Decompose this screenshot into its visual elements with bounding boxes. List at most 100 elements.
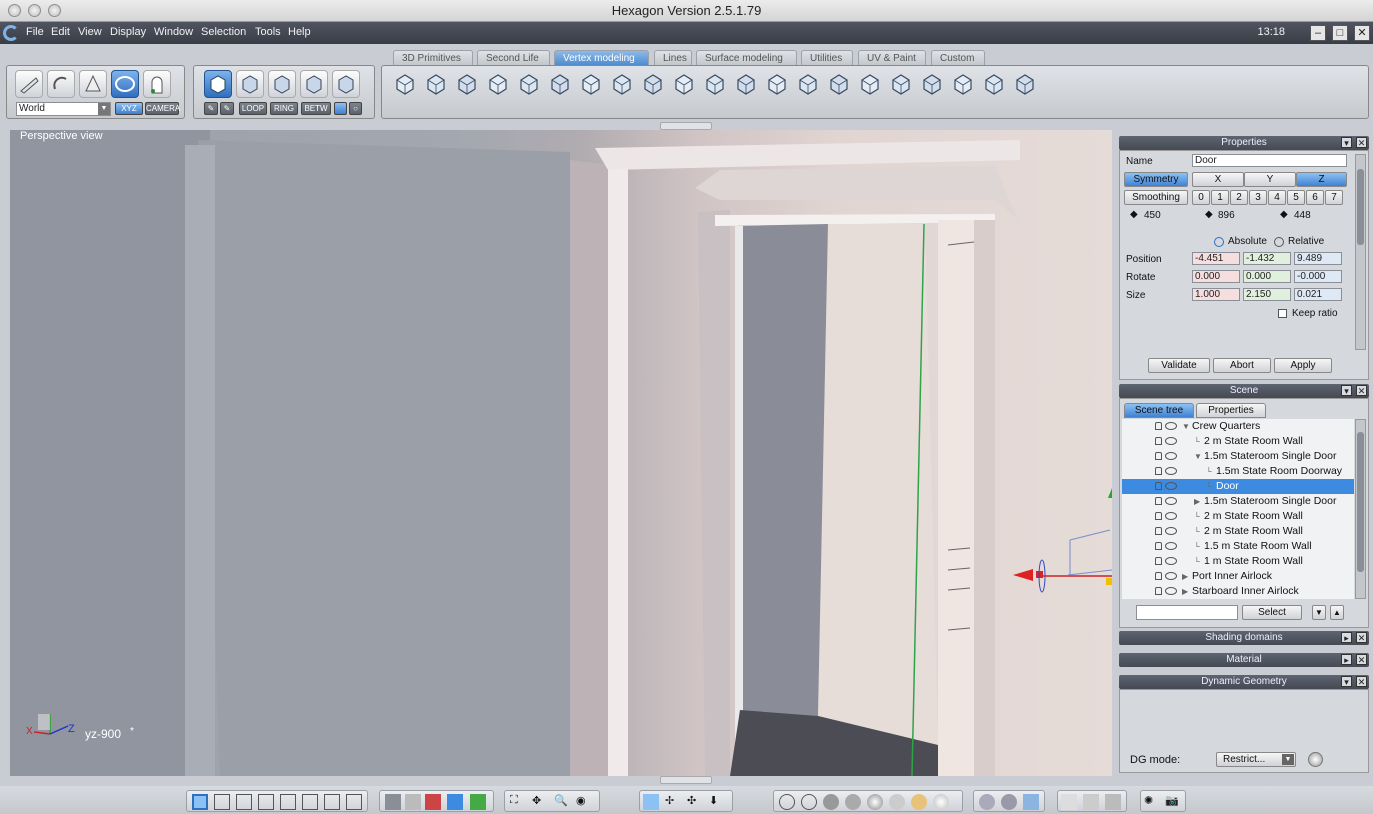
position-x-field[interactable]: -4.451 <box>1192 252 1240 265</box>
smooth-shading-icon[interactable] <box>867 794 883 810</box>
scene-tree-row[interactable]: └ 2 m State Room Wall <box>1122 434 1354 449</box>
menu-selection[interactable]: Selection <box>201 26 246 38</box>
auto-weld-tool-icon[interactable] <box>1012 71 1040 99</box>
material-header[interactable]: Material ▸ ✕ <box>1119 653 1369 667</box>
rotate-tool-icon[interactable] <box>47 70 75 98</box>
name-field[interactable]: Door <box>1192 154 1347 167</box>
menu-tools[interactable]: Tools <box>255 26 281 38</box>
validate-button[interactable]: Validate <box>1148 358 1210 373</box>
smoothing-level-0-button[interactable]: 0 <box>1192 190 1210 205</box>
bevel-tool-icon[interactable] <box>702 71 730 99</box>
rotate-y-field[interactable]: 0.000 <box>1243 270 1291 283</box>
scene-tree-row[interactable]: ▶ 1.5m Stateroom Single Door <box>1122 494 1354 509</box>
expand-arrow-icon[interactable]: ▶ <box>1182 584 1188 599</box>
backface-icon[interactable] <box>979 794 995 810</box>
size-y-field[interactable]: 2.150 <box>1243 288 1291 301</box>
lock-visibility-icon[interactable] <box>1155 467 1181 476</box>
scale-axis-icon[interactable]: ✣ <box>687 794 703 810</box>
relative-radio[interactable] <box>1274 237 1284 247</box>
scene-search-input[interactable] <box>1136 605 1238 620</box>
menu-help[interactable]: Help <box>288 26 311 38</box>
expand-arrow-icon[interactable]: ▼ <box>1194 449 1202 464</box>
lock-visibility-icon[interactable] <box>1155 512 1181 521</box>
dg-mode-select[interactable]: Restrict... ▼ <box>1216 752 1296 767</box>
between-button[interactable]: BETW <box>301 102 331 115</box>
dynamic-geometry-tool-icon[interactable] <box>888 71 916 99</box>
boolean-tool-icon[interactable] <box>950 71 978 99</box>
expand-icon[interactable]: ▸ <box>1341 632 1352 643</box>
universal-manipulator-icon[interactable] <box>111 70 139 98</box>
scene-tree-row[interactable]: ▼ 1.5m Stateroom Single Door <box>1122 449 1354 464</box>
menu-display[interactable]: Display <box>110 26 146 38</box>
cut-tool-icon[interactable] <box>516 71 544 99</box>
texture-shading-icon[interactable] <box>889 794 905 810</box>
expand-arrow-icon[interactable]: ▼ <box>1182 419 1190 434</box>
scene-tree-row[interactable]: ▼ Crew Quarters <box>1122 419 1354 434</box>
camera-snapshot-icon[interactable]: 📷 <box>1165 794 1181 810</box>
scene-scrollbar[interactable] <box>1355 419 1366 599</box>
inflate-tool-icon[interactable] <box>423 71 451 99</box>
grid-blue-icon[interactable] <box>447 794 463 810</box>
lock-visibility-icon[interactable] <box>1155 587 1181 596</box>
zoom-icon[interactable]: 🔍 <box>554 794 570 810</box>
layout-three-bottom-icon[interactable] <box>258 794 274 810</box>
lock-visibility-icon[interactable] <box>1155 527 1181 536</box>
select-visible-icon[interactable] <box>334 102 347 115</box>
shading-domains-header[interactable]: Shading domains ▸ ✕ <box>1119 631 1369 645</box>
symmetry-x-button[interactable]: X <box>1192 172 1244 187</box>
layout-horizontal-split-icon[interactable] <box>324 794 340 810</box>
scene-tree-row[interactable]: └ 2 m State Room Wall <box>1122 524 1354 539</box>
tab-utilities[interactable]: Utilities <box>801 50 853 65</box>
scene-tree-row[interactable]: └ 1.5m State Room Doorway <box>1122 464 1354 479</box>
select-object-icon[interactable] <box>204 70 232 98</box>
fill-tool-icon[interactable] <box>640 71 668 99</box>
symmetry-z-button[interactable]: Z <box>1296 172 1347 187</box>
xyz-button[interactable]: XYZ <box>115 102 143 115</box>
lock-visibility-icon[interactable] <box>1155 557 1181 566</box>
grid-green-icon[interactable] <box>470 794 486 810</box>
tab-uv-paint[interactable]: UV & Paint <box>858 50 926 65</box>
close-panel-icon[interactable]: ✕ <box>1356 632 1367 643</box>
select-auto-icon[interactable] <box>332 70 360 98</box>
tab-second-life[interactable]: Second Life <box>477 50 550 65</box>
show-panels-icon[interactable] <box>1105 794 1121 810</box>
smoothing-level-4-button[interactable]: 4 <box>1268 190 1286 205</box>
camera-button[interactable]: CAMERA <box>145 102 180 115</box>
tab-custom[interactable]: Custom <box>931 50 985 65</box>
lock-visibility-icon[interactable] <box>1155 422 1181 431</box>
drop-axis-icon[interactable]: ⬇ <box>709 794 725 810</box>
select-vertex-icon[interactable] <box>236 70 264 98</box>
position-y-field[interactable]: -1.432 <box>1243 252 1291 265</box>
rotate-axis-icon[interactable]: ✢ <box>665 794 681 810</box>
smoothing-level-7-button[interactable]: 7 <box>1325 190 1343 205</box>
tab-surface-modeling[interactable]: Surface modeling <box>696 50 797 65</box>
ring-button[interactable]: RING <box>270 102 298 115</box>
bend-tool-icon[interactable] <box>485 71 513 99</box>
loop-button[interactable]: LOOP <box>239 102 267 115</box>
layout-vertical-split-icon[interactable] <box>346 794 362 810</box>
lighting-icon[interactable] <box>911 794 927 810</box>
wireframe-sphere-icon[interactable] <box>779 794 795 810</box>
collapse-icon[interactable]: ▾ <box>1341 676 1352 687</box>
size-z-field[interactable]: 0.021 <box>1294 288 1342 301</box>
smooth-tool-icon[interactable] <box>764 71 792 99</box>
chevron-down-icon[interactable]: ▼ <box>1312 605 1326 620</box>
keep-ratio-checkbox[interactable] <box>1278 309 1287 318</box>
absolute-radio[interactable] <box>1214 237 1224 247</box>
weld-tool-icon[interactable] <box>609 71 637 99</box>
menu-window[interactable]: Window <box>154 26 193 38</box>
smoothing-button[interactable]: Smoothing <box>1124 190 1188 205</box>
position-z-field[interactable]: 9.489 <box>1294 252 1342 265</box>
symmetry-button[interactable]: Symmetry <box>1124 172 1188 187</box>
top-panel-toggle[interactable] <box>660 122 712 130</box>
coordinate-space-select[interactable]: World ▼ <box>16 102 111 116</box>
maximize-icon[interactable]: □ <box>1332 25 1348 41</box>
lock-visibility-icon[interactable] <box>1155 542 1181 551</box>
scene-tree-row[interactable]: └ 1 m State Room Wall <box>1122 554 1354 569</box>
smoothing-level-6-button[interactable]: 6 <box>1306 190 1324 205</box>
properties-scrollbar[interactable] <box>1355 154 1366 350</box>
edge-tools-tool-icon[interactable] <box>826 71 854 99</box>
close-panel-icon[interactable]: ✕ <box>1356 385 1367 396</box>
move-tool-icon[interactable] <box>15 70 43 98</box>
orbit-eye-icon[interactable]: ◉ <box>576 794 592 810</box>
